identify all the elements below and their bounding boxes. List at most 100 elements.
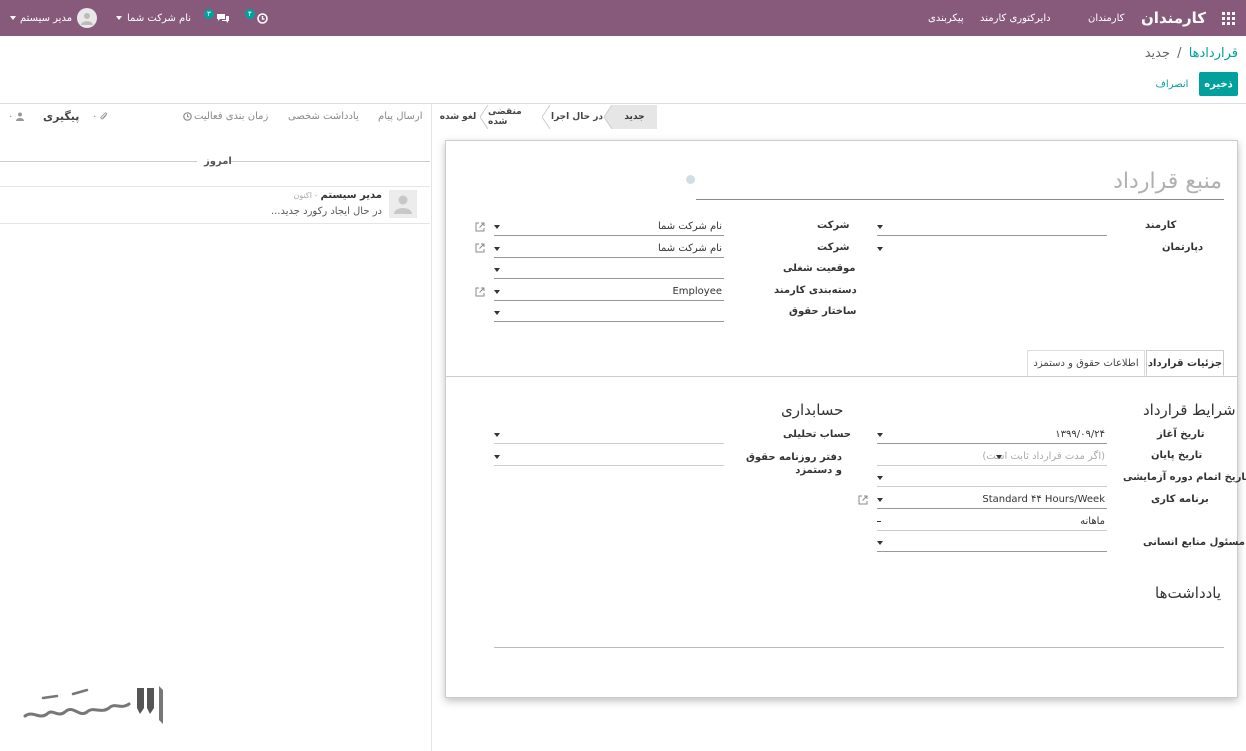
dropdown-caret-icon[interactable] xyxy=(494,433,500,437)
menu-item-employee-directory[interactable]: دایرکتوری کارمند xyxy=(980,0,1051,36)
department-field[interactable] xyxy=(877,240,1107,258)
date-separator-line xyxy=(0,161,197,162)
followers-button[interactable]: ۰ xyxy=(8,105,25,127)
employee-category-field[interactable]: Employee xyxy=(494,283,724,301)
user-menu[interactable]: مدیر سیستم xyxy=(10,0,98,36)
notes-title: یادداشت‌ها xyxy=(1155,584,1222,602)
field-dash-icon xyxy=(877,521,881,522)
schedule-activity-label: زمان بندی فعالیت xyxy=(194,110,269,122)
user-icon xyxy=(16,112,25,121)
hr-responsible-field[interactable] xyxy=(877,534,1107,552)
dropdown-caret-icon[interactable] xyxy=(494,311,500,315)
external-link-icon[interactable] xyxy=(475,287,485,297)
dropdown-caret-icon[interactable] xyxy=(877,498,883,502)
employee-category-label: دسته‌بندی کارمند xyxy=(774,285,857,296)
start-date-field[interactable]: ۱۳۹۹/۰۹/۲۴ xyxy=(877,426,1107,444)
followers-count: ۰ xyxy=(8,110,14,122)
avatar xyxy=(389,190,417,218)
trial-end-label: تاریخ اتمام دوره آزمایشی xyxy=(1123,472,1246,483)
schedule-activity-button[interactable]: زمان بندی فعالیت xyxy=(183,105,268,127)
dropdown-caret-icon[interactable] xyxy=(996,455,1002,459)
messages-button[interactable]: ۳ xyxy=(204,0,230,36)
attachments-count: ۰ xyxy=(92,110,98,122)
breadcrumb-current: جدید xyxy=(1144,46,1171,61)
message-body: در حال ایجاد رکورد جدید... xyxy=(270,206,382,217)
dropdown-caret-icon[interactable] xyxy=(494,225,500,229)
employee-field[interactable] xyxy=(877,218,1107,236)
salary-structure-label: ساختار حقوق xyxy=(789,306,857,317)
analytic-account-field[interactable] xyxy=(494,426,724,444)
company-switcher[interactable]: نام شرکت شما xyxy=(116,0,191,36)
activities-button[interactable]: ۴ xyxy=(245,0,268,36)
dropdown-caret-icon[interactable] xyxy=(494,268,500,272)
dropdown-caret-icon[interactable] xyxy=(494,247,500,251)
kanban-state-icon[interactable] xyxy=(686,175,695,184)
message-author[interactable]: مدیر سیستم xyxy=(321,190,382,201)
company-label-2: شرکت xyxy=(817,242,850,253)
breadcrumb-parent[interactable]: قراردادها xyxy=(1189,46,1238,61)
salary-structure-field[interactable] xyxy=(494,304,724,322)
trial-end-field[interactable] xyxy=(877,469,1107,487)
external-link-icon[interactable] xyxy=(475,222,485,232)
log-note-button[interactable]: یادداشت شخصی xyxy=(288,105,359,127)
tab-contract-details[interactable]: جزئیات قرارداد xyxy=(1146,350,1224,376)
status-chevron-icon xyxy=(480,105,488,129)
company-field-2[interactable]: نام شرکت شما xyxy=(494,240,724,258)
status-stage-cancelled[interactable]: لغو شده xyxy=(436,105,480,129)
send-message-button[interactable]: ارسال پیام xyxy=(378,105,423,127)
tabs-divider xyxy=(446,376,1237,377)
activity-count-badge: ۴ xyxy=(245,9,255,19)
status-stage-new[interactable]: جدید xyxy=(612,105,657,129)
menu-item-employees[interactable]: کارمندان xyxy=(1088,0,1124,36)
status-stage-running[interactable]: در حال اجرا xyxy=(550,105,604,129)
working-schedule-label: برنامه کاری xyxy=(1151,494,1209,505)
job-position-label: موقعیت شغلی xyxy=(783,263,856,274)
department-label: دپارتمان xyxy=(1162,242,1204,253)
external-link-icon[interactable] xyxy=(858,495,868,505)
breadcrumb-separator: / xyxy=(1177,46,1182,61)
status-chevron-icon xyxy=(542,105,550,129)
dropdown-caret-icon[interactable] xyxy=(877,541,883,545)
accounting-title: حسابداری xyxy=(781,401,844,419)
dropdown-caret-icon[interactable] xyxy=(877,247,883,251)
company-name: نام شرکت شما xyxy=(127,12,192,24)
app-title[interactable]: کارمندان xyxy=(1141,0,1206,36)
top-navbar: کارمندان کارمندان دایرکتوری کارمند پیکرب… xyxy=(0,0,1246,36)
contract-name-input[interactable]: منبع قرارداد xyxy=(696,163,1224,200)
message-header: مدیر سیستم - اکنون xyxy=(293,190,382,201)
apps-menu-icon[interactable] xyxy=(1222,0,1235,36)
dropdown-caret-icon[interactable] xyxy=(877,225,883,229)
job-position-field[interactable] xyxy=(494,261,724,279)
user-name: مدیر سیستم xyxy=(20,12,73,24)
analytic-account-label: حساب تحلیلی xyxy=(783,429,851,440)
dropdown-caret-icon[interactable] xyxy=(877,476,883,480)
control-panel-divider xyxy=(0,103,1246,104)
clock-icon xyxy=(256,12,268,24)
clock-icon xyxy=(183,111,192,121)
notes-textarea[interactable] xyxy=(494,628,1224,648)
menu-item-configuration[interactable]: پیکربندی xyxy=(928,0,964,36)
dropdown-caret-icon[interactable] xyxy=(877,433,883,437)
tab-salary-information[interactable]: اطلاعات حقوق و دستمزد xyxy=(1027,350,1145,376)
end-date-label: تاریخ پایان xyxy=(1151,450,1203,461)
dropdown-caret-icon[interactable] xyxy=(494,455,500,459)
chevron-down-icon xyxy=(10,16,16,20)
attachments-button[interactable]: ۰ xyxy=(92,105,108,127)
avatar xyxy=(77,8,98,28)
company-field[interactable]: نام شرکت شما xyxy=(494,218,724,236)
end-date-field[interactable]: (اگر مدت قرارداد ثابت است) xyxy=(877,448,1107,466)
date-separator-line xyxy=(231,161,430,162)
external-link-icon[interactable] xyxy=(475,243,485,253)
payroll-journal-field[interactable] xyxy=(494,448,724,466)
watermark-logo xyxy=(23,684,165,726)
contract-terms-title: شرایط قرارداد xyxy=(1143,401,1236,419)
discard-button[interactable]: انصراف xyxy=(1152,72,1192,96)
paperclip-icon xyxy=(100,111,108,119)
message-count-badge: ۳ xyxy=(204,9,214,19)
save-button[interactable]: ذخیره xyxy=(1199,72,1238,96)
schedule-pay-field[interactable]: ماهانه xyxy=(877,513,1107,531)
follow-button[interactable]: پیگیری xyxy=(43,105,79,127)
dropdown-caret-icon[interactable] xyxy=(494,290,500,294)
working-schedule-field[interactable]: Standard ۴۴ Hours/Week xyxy=(877,491,1107,509)
status-stage-expired[interactable]: منقضی شده xyxy=(488,105,542,129)
